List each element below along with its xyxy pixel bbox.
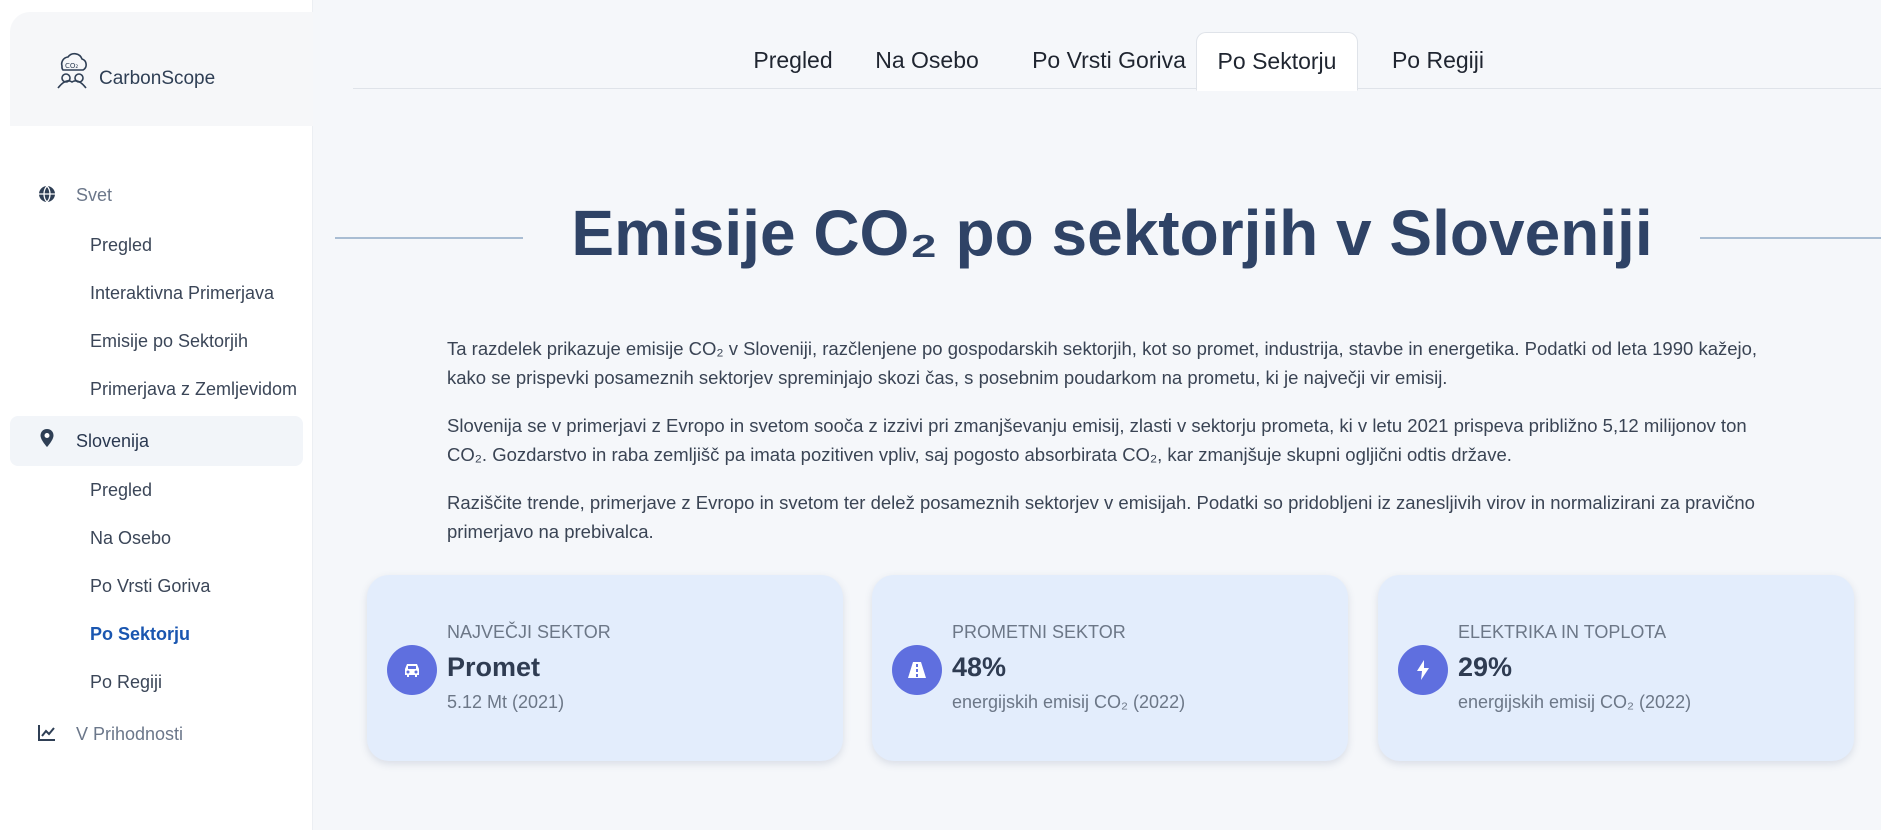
co2-logo-icon: CO₂ [57,52,87,89]
intro-paragraph-1: Ta razdelek prikazuje emisije CO₂ v Slov… [447,338,1758,388]
page-title: Emisije CO₂ po sektorjih v Sloveniji [571,197,1653,269]
sidebar: CO₂ CarbonScope Svet Pregled Interaktivn… [0,0,313,830]
sidebar-item-po-regiji[interactable]: Po Regiji [90,672,162,693]
chart-line-icon [38,725,55,741]
car-icon [387,645,437,695]
card-note: energijskih emisij CO₂ (2022) [952,692,1186,712]
intro-paragraph-2: Slovenija se v primerjavi z Evropo in sv… [447,415,1747,465]
tab-po-sektorju[interactable]: Po Sektorju [1196,32,1358,91]
sidebar-item-interaktivna-primerjava[interactable]: Interaktivna Primerjava [90,283,274,304]
stat-card-largest-sector: NAJVEČJI SEKTOR Promet 5.12 Mt (2021) [367,575,843,761]
brand-name: CarbonScope [99,68,216,89]
card-value: 29% [1458,652,1513,682]
sidebar-section-label: V Prihodnosti [76,723,184,744]
stat-card-transport-sector: PROMETNI SEKTOR 48% energijskih emisij C… [872,575,1348,761]
tab-na-osebo[interactable]: Na Osebo [861,32,993,89]
lightning-icon [1398,645,1448,695]
card-value: Promet [447,652,541,682]
stat-card-electricity-heat: ELEKTRIKA IN TOPLOTA 29% energijskih emi… [1378,575,1854,761]
sidebar-section-label: Svet [76,184,113,205]
title-divider-right [1700,237,1881,239]
title-divider-left [335,237,523,239]
sidebar-item-primerjava-z-zemljevidom[interactable]: Primerjava z Zemljevidom [90,379,297,400]
tab-pregled[interactable]: Pregled [739,32,847,89]
sidebar-section-v-prihodnosti[interactable]: V Prihodnosti [10,709,303,759]
card-value: 48% [952,652,1007,682]
card-note: 5.12 Mt (2021) [447,692,565,712]
intro-paragraph-3: Raziščite trende, primerjave z Evropo in… [447,492,1755,542]
tab-po-vrsti-goriva[interactable]: Po Vrsti Goriva [1007,32,1211,89]
sidebar-item-svet-pregled[interactable]: Pregled [90,235,152,256]
sidebar-section-svet[interactable]: Svet [10,170,303,220]
card-label: ELEKTRIKA IN TOPLOTA [1458,622,1667,642]
sidebar-item-po-sektorju[interactable]: Po Sektorju [90,624,190,645]
tab-bar: Pregled Na Osebo Po Vrsti Goriva Po Sekt… [353,30,1881,91]
svg-text:CO₂: CO₂ [65,62,78,70]
card-label: PROMETNI SEKTOR [952,622,1126,642]
sidebar-item-po-vrsti-goriva[interactable]: Po Vrsti Goriva [90,576,210,597]
map-pin-icon [40,429,54,447]
sidebar-item-na-osebo[interactable]: Na Osebo [90,528,171,549]
sidebar-item-slovenija-pregled[interactable]: Pregled [90,480,152,501]
sidebar-item-emisije-po-sektorjih[interactable]: Emisije po Sektorjih [90,331,248,352]
globe-icon [39,185,55,203]
brand[interactable]: CO₂ CarbonScope [10,12,313,126]
card-label: NAJVEČJI SEKTOR [447,622,611,642]
tab-po-regiji[interactable]: Po Regiji [1373,32,1503,89]
sidebar-section-slovenija[interactable]: Slovenija [10,416,303,466]
road-icon [892,645,942,695]
sidebar-section-label: Slovenija [76,430,150,451]
card-note: energijskih emisij CO₂ (2022) [1458,692,1692,712]
